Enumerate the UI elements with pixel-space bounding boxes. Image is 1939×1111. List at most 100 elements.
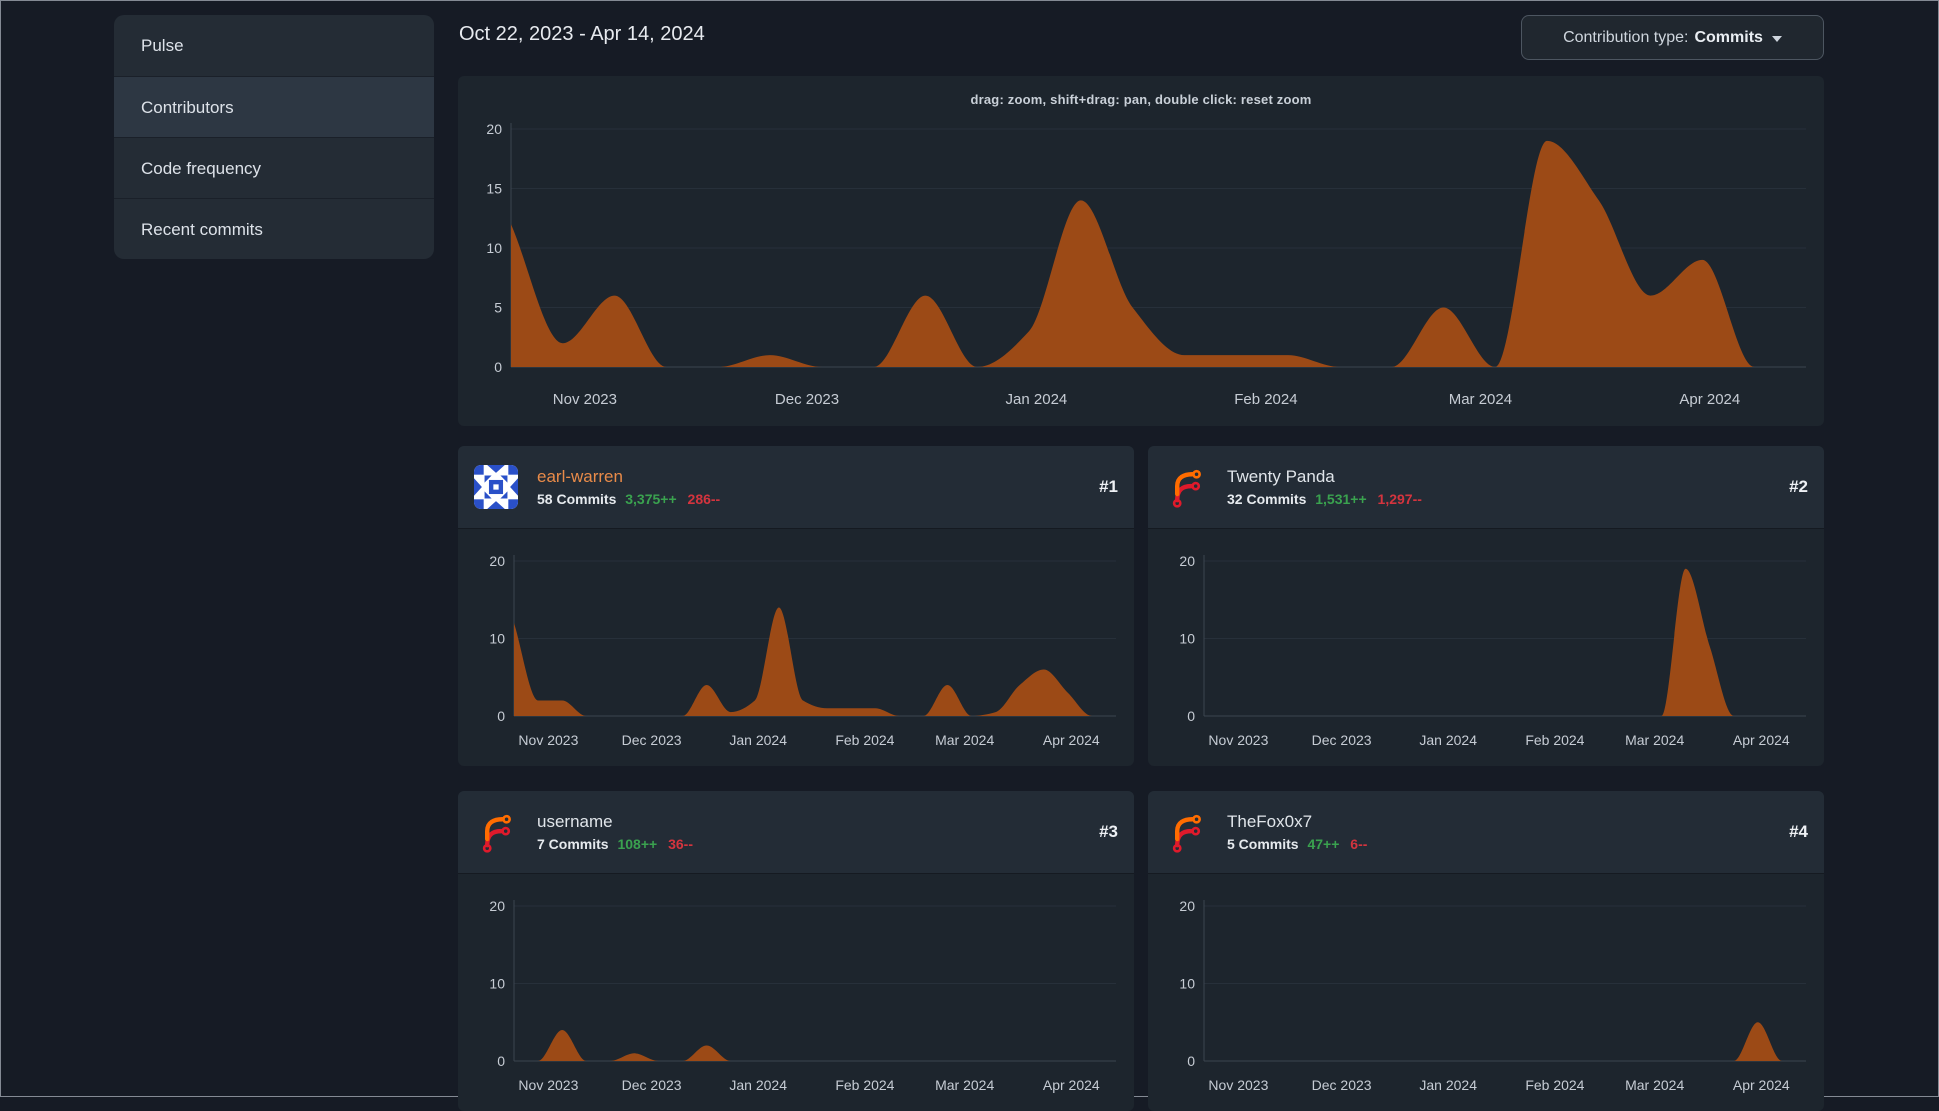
date-range-title: Oct 22, 2023 - Apr 14, 2024: [459, 23, 705, 45]
additions-count: 47++: [1307, 836, 1340, 852]
svg-text:Jan 2024: Jan 2024: [729, 732, 787, 748]
deletions-count: 286--: [687, 491, 721, 507]
svg-text:Mar 2024: Mar 2024: [1625, 732, 1684, 748]
commit-count: 32 Commits: [1227, 491, 1307, 507]
contributor-name-link[interactable]: TheFox0x7: [1227, 812, 1367, 832]
svg-text:Dec 2023: Dec 2023: [775, 391, 839, 408]
contributor-stats: 32 Commits 1,531++ 1,297--: [1227, 491, 1422, 507]
sidebar-item-code-frequency[interactable]: Code frequency: [114, 137, 434, 198]
svg-text:Feb 2024: Feb 2024: [1525, 732, 1584, 748]
svg-text:Nov 2023: Nov 2023: [518, 1077, 578, 1093]
deletions-count: 6--: [1350, 836, 1368, 852]
svg-text:Jan 2024: Jan 2024: [1006, 391, 1068, 408]
svg-text:Jan 2024: Jan 2024: [1419, 732, 1477, 748]
svg-text:Feb 2024: Feb 2024: [835, 1077, 894, 1093]
svg-text:Dec 2023: Dec 2023: [622, 732, 682, 748]
svg-text:Mar 2024: Mar 2024: [935, 1077, 994, 1093]
contributor-name-link[interactable]: earl-warren: [537, 467, 720, 487]
rank-badge: #1: [1099, 477, 1118, 496]
contributor-card-4: TheFox0x7 5 Commits 47++ 6-- #4 0 10 20 Nov…: [1148, 791, 1824, 1111]
contributor-card-3: username 7 Commits 108++ 36-- #3 0 10 20 No…: [458, 791, 1134, 1111]
svg-text:0: 0: [1187, 1053, 1195, 1069]
chevron-down-icon: [1771, 36, 1782, 42]
svg-text:20: 20: [486, 121, 502, 137]
contributor-card-header: earl-warren 58 Commits 3,375++ 286-- #1: [458, 446, 1134, 529]
svg-text:Feb 2024: Feb 2024: [835, 732, 894, 748]
deletions-count: 36--: [668, 836, 693, 852]
contributor-card-2: Twenty Panda 32 Commits 1,531++ 1,297-- …: [1148, 446, 1824, 766]
contribution-type-label: Contribution type:: [1563, 28, 1689, 46]
svg-text:0: 0: [497, 708, 505, 724]
additions-count: 3,375++: [625, 491, 677, 507]
commit-count: 58 Commits: [537, 491, 617, 507]
rank-badge: #3: [1099, 822, 1118, 841]
contributor-stats: 7 Commits 108++ 36--: [537, 836, 693, 852]
activity-sidebar: Pulse Contributors Code frequency Recent…: [114, 15, 434, 259]
forgejo-logo-avatar: [1164, 465, 1208, 509]
contributor-stats: 5 Commits 47++ 6--: [1227, 836, 1367, 852]
svg-text:0: 0: [497, 1053, 505, 1069]
forgejo-logo-avatar: [1164, 810, 1208, 854]
overall-chart-panel: drag: zoom, shift+drag: pan, double clic…: [458, 76, 1824, 426]
sidebar-item-contributors[interactable]: Contributors: [114, 76, 434, 137]
svg-text:20: 20: [489, 553, 505, 569]
svg-text:20: 20: [1179, 898, 1195, 914]
rank-badge: #4: [1789, 822, 1808, 841]
svg-text:Jan 2024: Jan 2024: [1419, 1077, 1477, 1093]
svg-text:Dec 2023: Dec 2023: [1312, 732, 1372, 748]
contributor-commits-chart[interactable]: 0 10 20 Nov 2023 Dec 2023 Jan 2024 Feb 2024 Mar…: [1164, 546, 1808, 763]
contribution-type-value: Commits: [1694, 28, 1763, 46]
svg-text:Apr 2024: Apr 2024: [1733, 1077, 1790, 1093]
overall-contributions-chart[interactable]: 0 5 10 15 20 Nov 2023 Dec 2023 Jan 2024 Feb 2024…: [471, 116, 1811, 421]
contributor-card-1: earl-warren 58 Commits 3,375++ 286-- #1 …: [458, 446, 1134, 766]
svg-text:Apr 2024: Apr 2024: [1043, 732, 1100, 748]
sidebar-item-recent-commits[interactable]: Recent commits: [114, 198, 434, 259]
contributor-cards-grid: earl-warren 58 Commits 3,375++ 286-- #1 …: [458, 446, 1824, 1111]
contributor-commits-chart[interactable]: 0 10 20 Nov 2023 Dec 2023 Jan 2024 Feb 2024 Mar…: [1164, 891, 1808, 1108]
svg-text:Nov 2023: Nov 2023: [1208, 1077, 1268, 1093]
contributor-chart-container: 0 10 20 Nov 2023 Dec 2023 Jan 2024 Feb 2024 Mar…: [458, 529, 1134, 763]
contributor-card-header: TheFox0x7 5 Commits 47++ 6-- #4: [1148, 791, 1824, 874]
contributor-name-link[interactable]: Twenty Panda: [1227, 467, 1422, 487]
svg-text:5: 5: [494, 299, 502, 315]
svg-text:10: 10: [486, 240, 502, 256]
svg-text:Apr 2024: Apr 2024: [1679, 391, 1740, 408]
contributor-name-link[interactable]: username: [537, 812, 693, 832]
svg-text:Jan 2024: Jan 2024: [729, 1077, 787, 1093]
contributor-chart-container: 0 10 20 Nov 2023 Dec 2023 Jan 2024 Feb 2024 Mar…: [1148, 874, 1824, 1108]
contributor-card-header: username 7 Commits 108++ 36-- #3: [458, 791, 1134, 874]
svg-text:0: 0: [1187, 708, 1195, 724]
additions-count: 108++: [617, 836, 658, 852]
svg-text:Apr 2024: Apr 2024: [1733, 732, 1790, 748]
contributor-avatar-identicon: [474, 465, 518, 509]
contribution-type-dropdown[interactable]: Contribution type: Commits: [1521, 15, 1824, 60]
svg-text:Mar 2024: Mar 2024: [1449, 391, 1512, 408]
contributor-chart-container: 0 10 20 Nov 2023 Dec 2023 Jan 2024 Feb 2024 Mar…: [458, 874, 1134, 1108]
svg-text:Nov 2023: Nov 2023: [518, 732, 578, 748]
svg-text:Feb 2024: Feb 2024: [1525, 1077, 1584, 1093]
svg-text:Mar 2024: Mar 2024: [935, 732, 994, 748]
contributor-commits-chart[interactable]: 0 10 20 Nov 2023 Dec 2023 Jan 2024 Feb 2024 Mar…: [474, 546, 1118, 763]
svg-text:10: 10: [1179, 630, 1195, 646]
contributors-page: { "sidebar": { "items": [ { "label": "Pu…: [0, 0, 1939, 1111]
commit-count: 5 Commits: [1227, 836, 1299, 852]
contributor-stats: 58 Commits 3,375++ 286--: [537, 491, 720, 507]
svg-text:Dec 2023: Dec 2023: [622, 1077, 682, 1093]
forgejo-logo-avatar: [474, 810, 518, 854]
additions-count: 1,531++: [1315, 491, 1367, 507]
commit-count: 7 Commits: [537, 836, 609, 852]
chart-zoom-hint: drag: zoom, shift+drag: pan, double clic…: [970, 92, 1312, 107]
svg-text:Nov 2023: Nov 2023: [553, 391, 617, 408]
svg-text:0: 0: [494, 359, 502, 375]
deletions-count: 1,297--: [1377, 491, 1422, 507]
svg-text:15: 15: [486, 180, 502, 196]
contributor-chart-container: 0 10 20 Nov 2023 Dec 2023 Jan 2024 Feb 2024 Mar…: [1148, 529, 1824, 763]
contributor-commits-chart[interactable]: 0 10 20 Nov 2023 Dec 2023 Jan 2024 Feb 2024 Mar…: [474, 891, 1118, 1108]
sidebar-item-pulse[interactable]: Pulse: [114, 15, 434, 76]
svg-text:Nov 2023: Nov 2023: [1208, 732, 1268, 748]
svg-text:10: 10: [1179, 975, 1195, 991]
svg-text:20: 20: [489, 898, 505, 914]
rank-badge: #2: [1789, 477, 1808, 496]
svg-text:Mar 2024: Mar 2024: [1625, 1077, 1684, 1093]
svg-text:Dec 2023: Dec 2023: [1312, 1077, 1372, 1093]
